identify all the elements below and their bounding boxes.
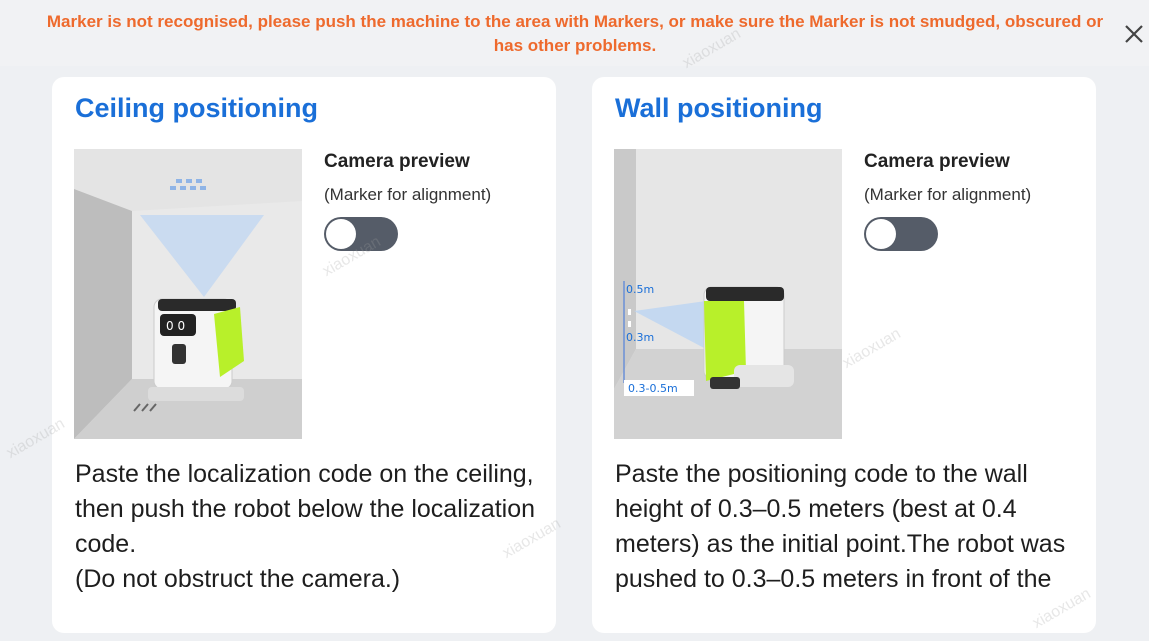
camera-preview-title: Camera preview [324, 151, 470, 172]
close-icon [1125, 25, 1143, 43]
ceiling-instructions: Paste the localization code on the ceili… [75, 460, 536, 593]
ceiling-positioning-illustration: 0 0 [74, 149, 302, 439]
height-label-max: 0.5m [626, 283, 654, 296]
camera-preview-toggle[interactable] [324, 217, 398, 251]
camera-preview-subtitle: (Marker for alignment) [864, 185, 1032, 204]
wall-instructions: Paste the positioning code to the wall h… [615, 460, 1066, 593]
toggle-knob [326, 219, 356, 249]
camera-preview-title: Camera preview [864, 151, 1010, 172]
wall-positioning-card: Wall positioning 0.5m 0.3m 0.3-0.5m Came… [592, 77, 1096, 633]
card-title: Ceiling positioning [75, 93, 318, 123]
camera-preview-toggle[interactable] [864, 217, 938, 251]
toggle-knob [866, 219, 896, 249]
ceiling-positioning-card: Ceiling positioning 0 0 Camera preview (… [52, 77, 556, 633]
close-button[interactable] [1116, 16, 1149, 52]
marker-warning-text: Marker is not recognised, please push th… [46, 12, 1104, 55]
svg-text:0 0: 0 0 [166, 319, 185, 333]
camera-preview-subtitle: (Marker for alignment) [324, 185, 492, 204]
height-label-min: 0.3m [626, 331, 654, 344]
card-title: Wall positioning [615, 93, 823, 123]
wall-positioning-illustration: 0.5m 0.3m 0.3-0.5m [614, 149, 842, 439]
height-range-label: 0.3-0.5m [628, 382, 678, 395]
